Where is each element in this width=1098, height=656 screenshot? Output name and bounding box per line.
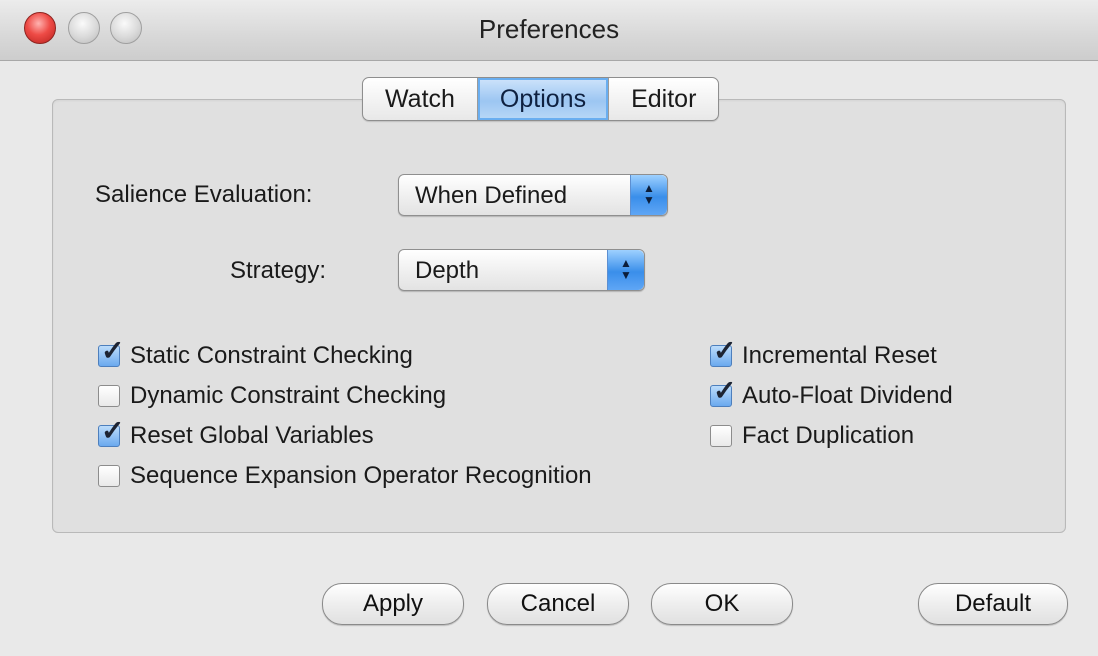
cancel-button[interactable]: Cancel <box>487 583 629 625</box>
fact-duplication-checkbox[interactable]: Fact Duplication <box>710 422 914 450</box>
default-button[interactable]: Default <box>918 583 1068 625</box>
check-icon: ✓ <box>713 375 737 406</box>
tab-editor[interactable]: Editor <box>609 78 718 120</box>
checkbox-box <box>98 465 120 487</box>
checkbox-label: Fact Duplication <box>742 422 915 449</box>
static-constraint-checking-checkbox[interactable]: ✓ Static Constraint Checking <box>98 337 413 370</box>
checkbox-box <box>710 425 732 447</box>
checkbox-label: Auto-Float Dividend <box>742 382 953 409</box>
strategy-popup[interactable]: Depth ▲ ▼ <box>398 249 645 291</box>
auto-float-dividend-checkbox[interactable]: ✓ Auto-Float Dividend <box>710 377 953 410</box>
checkbox-box: ✓ <box>710 337 736 367</box>
checkbox-box <box>98 385 120 407</box>
strategy-value: Depth <box>415 257 480 284</box>
tab-options[interactable]: Options <box>477 78 610 120</box>
tab-watch[interactable]: Watch <box>363 78 478 120</box>
checkbox-label: Dynamic Constraint Checking <box>130 382 447 409</box>
check-icon: ✓ <box>101 415 125 446</box>
checkbox-label: Reset Global Variables <box>130 422 374 449</box>
incremental-reset-checkbox[interactable]: ✓ Incremental Reset <box>710 337 937 370</box>
apply-button[interactable]: Apply <box>322 583 464 625</box>
checkbox-label: Sequence Expansion Operator Recognition <box>130 462 592 489</box>
ok-button[interactable]: OK <box>651 583 793 625</box>
tab-bar: Watch Options Editor <box>362 77 720 121</box>
check-icon: ✓ <box>101 335 125 366</box>
checkbox-label: Incremental Reset <box>742 342 937 369</box>
strategy-label: Strategy: <box>230 257 327 284</box>
up-down-arrows-icon: ▲ ▼ <box>607 250 644 290</box>
checkbox-label: Static Constraint Checking <box>130 342 413 369</box>
preferences-content: Watch Options Editor Salience Evaluation… <box>0 61 1098 656</box>
checkbox-box: ✓ <box>710 377 736 407</box>
checkbox-box: ✓ <box>98 337 124 367</box>
salience-evaluation-label: Salience Evaluation: <box>95 181 313 208</box>
title-bar: Preferences <box>0 0 1098 61</box>
salience-evaluation-popup[interactable]: When Defined ▲ ▼ <box>398 174 668 216</box>
check-icon: ✓ <box>713 335 737 366</box>
window-title: Preferences <box>478 14 620 44</box>
sequence-expansion-operator-recognition-checkbox[interactable]: Sequence Expansion Operator Recognition <box>98 462 592 490</box>
checkbox-box: ✓ <box>98 417 124 447</box>
dynamic-constraint-checking-checkbox[interactable]: Dynamic Constraint Checking <box>98 382 446 410</box>
salience-evaluation-value: When Defined <box>415 182 568 209</box>
up-down-arrows-icon: ▲ ▼ <box>630 175 667 215</box>
reset-global-variables-checkbox[interactable]: ✓ Reset Global Variables <box>98 417 374 450</box>
